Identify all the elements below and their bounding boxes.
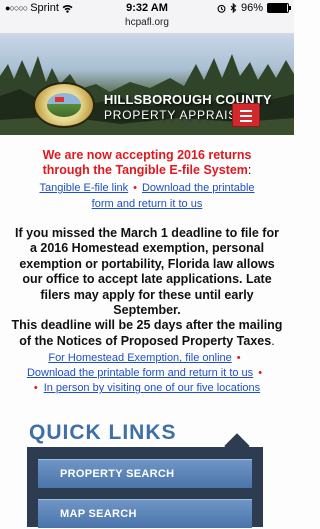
deadline-text: This deadline will be 25 days after the …: [11, 318, 283, 348]
homestead-file-online-link[interactable]: For Homestead Exemption, file online: [48, 352, 231, 364]
bullet-separator: •: [236, 352, 241, 365]
address-bar[interactable]: hcpafl.org: [0, 17, 294, 34]
hamburger-menu-icon[interactable]: [232, 103, 260, 127]
main-content: We are now accepting 2016 returns throug…: [0, 148, 294, 396]
quick-links-heading: QUICK LINKS: [29, 421, 177, 444]
tangible-links: Tangible E-file link • Download the printa…: [0, 180, 294, 212]
notice-line2: through the Tangible E-file System: [42, 163, 248, 177]
homestead-printable-form-link[interactable]: Download the printable form and return i…: [27, 367, 253, 379]
battery-level: [268, 4, 288, 12]
download-form-link[interactable]: Download the printable: [142, 182, 255, 194]
alarm-icon: [217, 4, 226, 13]
county-seal-logo[interactable]: [33, 82, 95, 128]
battery-percent: 96%: [240, 2, 263, 14]
bullet-separator: •: [33, 382, 38, 395]
property-search-button[interactable]: PROPERTY SEARCH: [38, 459, 252, 488]
bluetooth-icon: [230, 3, 237, 13]
status-right: 96%: [217, 2, 291, 14]
notice-line1: We are now accepting 2016 returns: [42, 148, 252, 162]
download-form-link-continued[interactable]: form and return it to us: [92, 198, 203, 210]
notice-colon: :: [247, 163, 252, 177]
tangible-notice: We are now accepting 2016 returns throug…: [0, 148, 294, 178]
homestead-in-person-link[interactable]: In person by visiting one of our five lo…: [44, 382, 260, 394]
late-filing-paragraph: If you missed the March 1 deadline to fi…: [11, 226, 283, 348]
homestead-links: For Homestead Exemption, file online • Do…: [0, 351, 294, 396]
late-filing-text: If you missed the March 1 deadline to fi…: [15, 226, 279, 318]
tangible-efile-link[interactable]: Tangible E-file link: [39, 182, 128, 194]
map-search-button[interactable]: MAP SEARCH: [38, 499, 252, 528]
status-bar: ●○○○○ Sprint 9:32 AM 96%: [0, 0, 294, 17]
bullet-separator: •: [133, 182, 137, 194]
url-text[interactable]: hcpafl.org: [125, 17, 169, 28]
battery-icon: [267, 3, 291, 13]
bullet-separator: •: [258, 367, 263, 380]
